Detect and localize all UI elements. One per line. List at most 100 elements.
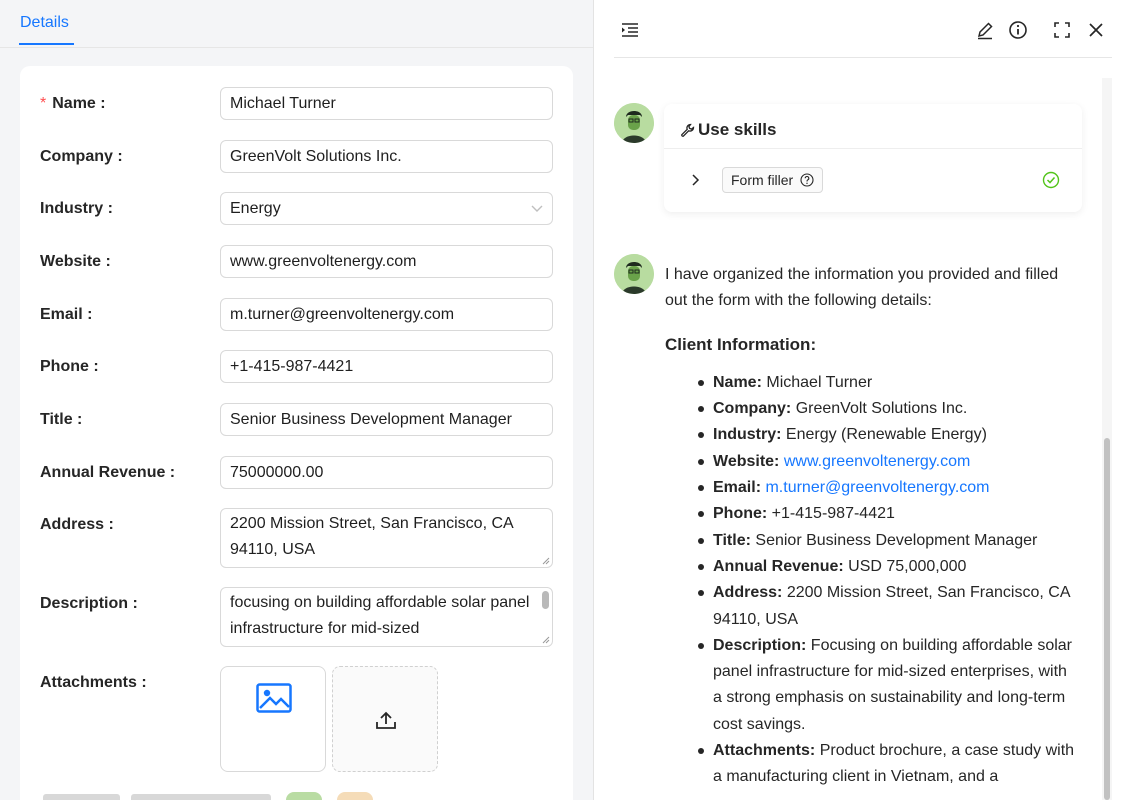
item-key: Website: — [713, 452, 780, 470]
assistant-toolbar — [614, 0, 1112, 58]
action-button-partial[interactable] — [131, 794, 271, 800]
website-link[interactable]: www.greenvoltenergy.com — [784, 453, 970, 470]
chat-scrollbar-track[interactable] — [1102, 78, 1112, 800]
assistant-avatar-icon — [614, 103, 654, 143]
description-label: Description : — [40, 595, 138, 612]
edit-button[interactable] — [974, 19, 996, 41]
email-input[interactable]: m.turner@greenvoltenergy.com — [220, 298, 553, 331]
assistant-avatar-icon — [614, 254, 654, 294]
list-item: Name: Michael Turner — [698, 370, 1075, 396]
required-mark: * — [40, 95, 47, 112]
description-text: focusing on building affordable solar pa… — [230, 594, 530, 637]
assistant-avatar — [614, 103, 654, 143]
attachment-thumbnail[interactable] — [220, 666, 326, 772]
name-label-text: Name : — [52, 95, 106, 112]
item-value: +1-415-987-4421 — [771, 505, 895, 523]
skill-tag[interactable]: Form filler — [722, 167, 824, 193]
chevron-down-icon — [531, 205, 543, 212]
list-item: Industry: Energy (Renewable Energy) — [698, 422, 1075, 448]
check-circle-icon — [1042, 171, 1060, 189]
collapse-panel-icon — [622, 23, 638, 37]
item-key: Description: — [713, 636, 807, 654]
message-intro: I have organized the information you pro… — [665, 266, 1059, 310]
list-item: Address: 2200 Mission Street, San Franci… — [698, 580, 1075, 633]
image-icon — [256, 683, 292, 713]
title-label: Title : — [40, 411, 83, 428]
info-button[interactable] — [1007, 19, 1029, 41]
item-value: Energy (Renewable Energy) — [785, 426, 987, 444]
item-value: Michael Turner — [766, 373, 873, 391]
company-input[interactable]: GreenVolt Solutions Inc. — [220, 140, 553, 173]
chevron-right-icon[interactable] — [688, 173, 702, 187]
assistant-avatar — [614, 254, 654, 294]
name-input[interactable]: Michael Turner — [220, 87, 553, 120]
item-value: USD 75,000,000 — [848, 557, 967, 575]
use-skills-title: Use skills — [678, 120, 776, 140]
phone-input[interactable]: +1-415-987-4421 — [220, 350, 553, 383]
phone-label: Phone : — [40, 358, 99, 375]
item-key: Company: — [713, 400, 792, 418]
list-item: Attachments: Product brochure, a case st… — [698, 738, 1075, 791]
textarea-scrollbar[interactable] — [542, 591, 549, 609]
assistant-message: I have organized the information you pro… — [665, 262, 1075, 791]
skill-tag-label: Form filler — [731, 172, 794, 188]
active-tab-indicator — [19, 43, 74, 45]
list-item: Website: www.greenvoltenergy.com — [698, 449, 1075, 475]
fullscreen-button[interactable] — [1051, 19, 1073, 41]
details-form: * Name : Michael Turner Company : GreenVo… — [20, 66, 573, 800]
list-item: Annual Revenue: USD 75,000,000 — [698, 554, 1075, 580]
details-pane: Details * Name : Michael Turner Company :… — [0, 0, 594, 800]
title-input[interactable]: Senior Business Development Manager — [220, 403, 553, 436]
item-key: Email: — [713, 479, 762, 497]
close-button[interactable] — [1085, 19, 1107, 41]
item-key: Attachments: — [713, 742, 816, 760]
industry-select[interactable]: Energy — [220, 192, 553, 225]
info-icon — [1009, 21, 1027, 39]
use-skills-label: Use skills — [698, 120, 777, 139]
revenue-label: Annual Revenue : — [40, 464, 176, 481]
item-value: Senior Business Development Manager — [755, 531, 1038, 549]
revenue-input[interactable]: 75000000.00 — [220, 456, 553, 489]
question-circle-icon[interactable] — [800, 173, 814, 187]
assistant-pane: Use skills Form filler I have organized … — [594, 0, 1132, 800]
item-key: Title: — [713, 531, 751, 549]
item-key: Industry: — [713, 426, 782, 444]
list-item: Description: Focusing on building afford… — [698, 633, 1075, 738]
website-input[interactable]: www.greenvoltenergy.com — [220, 245, 553, 278]
list-item: Title: Senior Business Development Manag… — [698, 528, 1075, 554]
address-label: Address : — [40, 516, 114, 533]
avatar-partial — [337, 792, 373, 800]
client-info-heading: Client Information: — [665, 334, 817, 354]
resize-handle-icon[interactable] — [542, 557, 550, 565]
name-label: * Name : — [40, 95, 106, 113]
company-label: Company : — [40, 148, 123, 165]
email-label: Email : — [40, 306, 93, 323]
list-item: Email: m.turner@greenvoltenergy.com — [698, 475, 1075, 501]
website-label: Website : — [40, 253, 111, 270]
item-key: Address: — [713, 584, 783, 602]
collapse-panel-button[interactable] — [619, 19, 641, 41]
tab-bar: Details — [0, 0, 593, 48]
attachments-label: Attachments : — [40, 674, 147, 691]
item-key: Name: — [713, 373, 762, 391]
address-text: 2200 Mission Street, San Francisco, CA 9… — [230, 515, 513, 558]
fullscreen-icon — [1054, 22, 1070, 38]
action-button-partial[interactable] — [43, 794, 120, 800]
list-item: Phone: +1-415-987-4421 — [698, 501, 1075, 527]
tab-details[interactable]: Details — [20, 14, 69, 32]
close-icon — [1089, 23, 1103, 37]
item-key: Annual Revenue: — [713, 557, 844, 575]
upload-button[interactable] — [332, 666, 438, 772]
description-textarea[interactable]: focusing on building affordable solar pa… — [220, 587, 553, 647]
item-key: Phone: — [713, 505, 768, 523]
upload-icon — [376, 711, 396, 729]
resize-handle-icon[interactable] — [542, 636, 550, 644]
chat-scrollbar-thumb[interactable] — [1104, 438, 1110, 800]
skill-row[interactable]: Form filler — [664, 148, 1082, 212]
address-textarea[interactable]: 2200 Mission Street, San Francisco, CA 9… — [220, 508, 553, 568]
edit-icon — [977, 22, 993, 40]
email-link[interactable]: m.turner@greenvoltenergy.com — [765, 479, 989, 496]
industry-label: Industry : — [40, 200, 113, 217]
avatar-partial — [286, 792, 322, 800]
list-item: Company: GreenVolt Solutions Inc. — [698, 396, 1075, 422]
